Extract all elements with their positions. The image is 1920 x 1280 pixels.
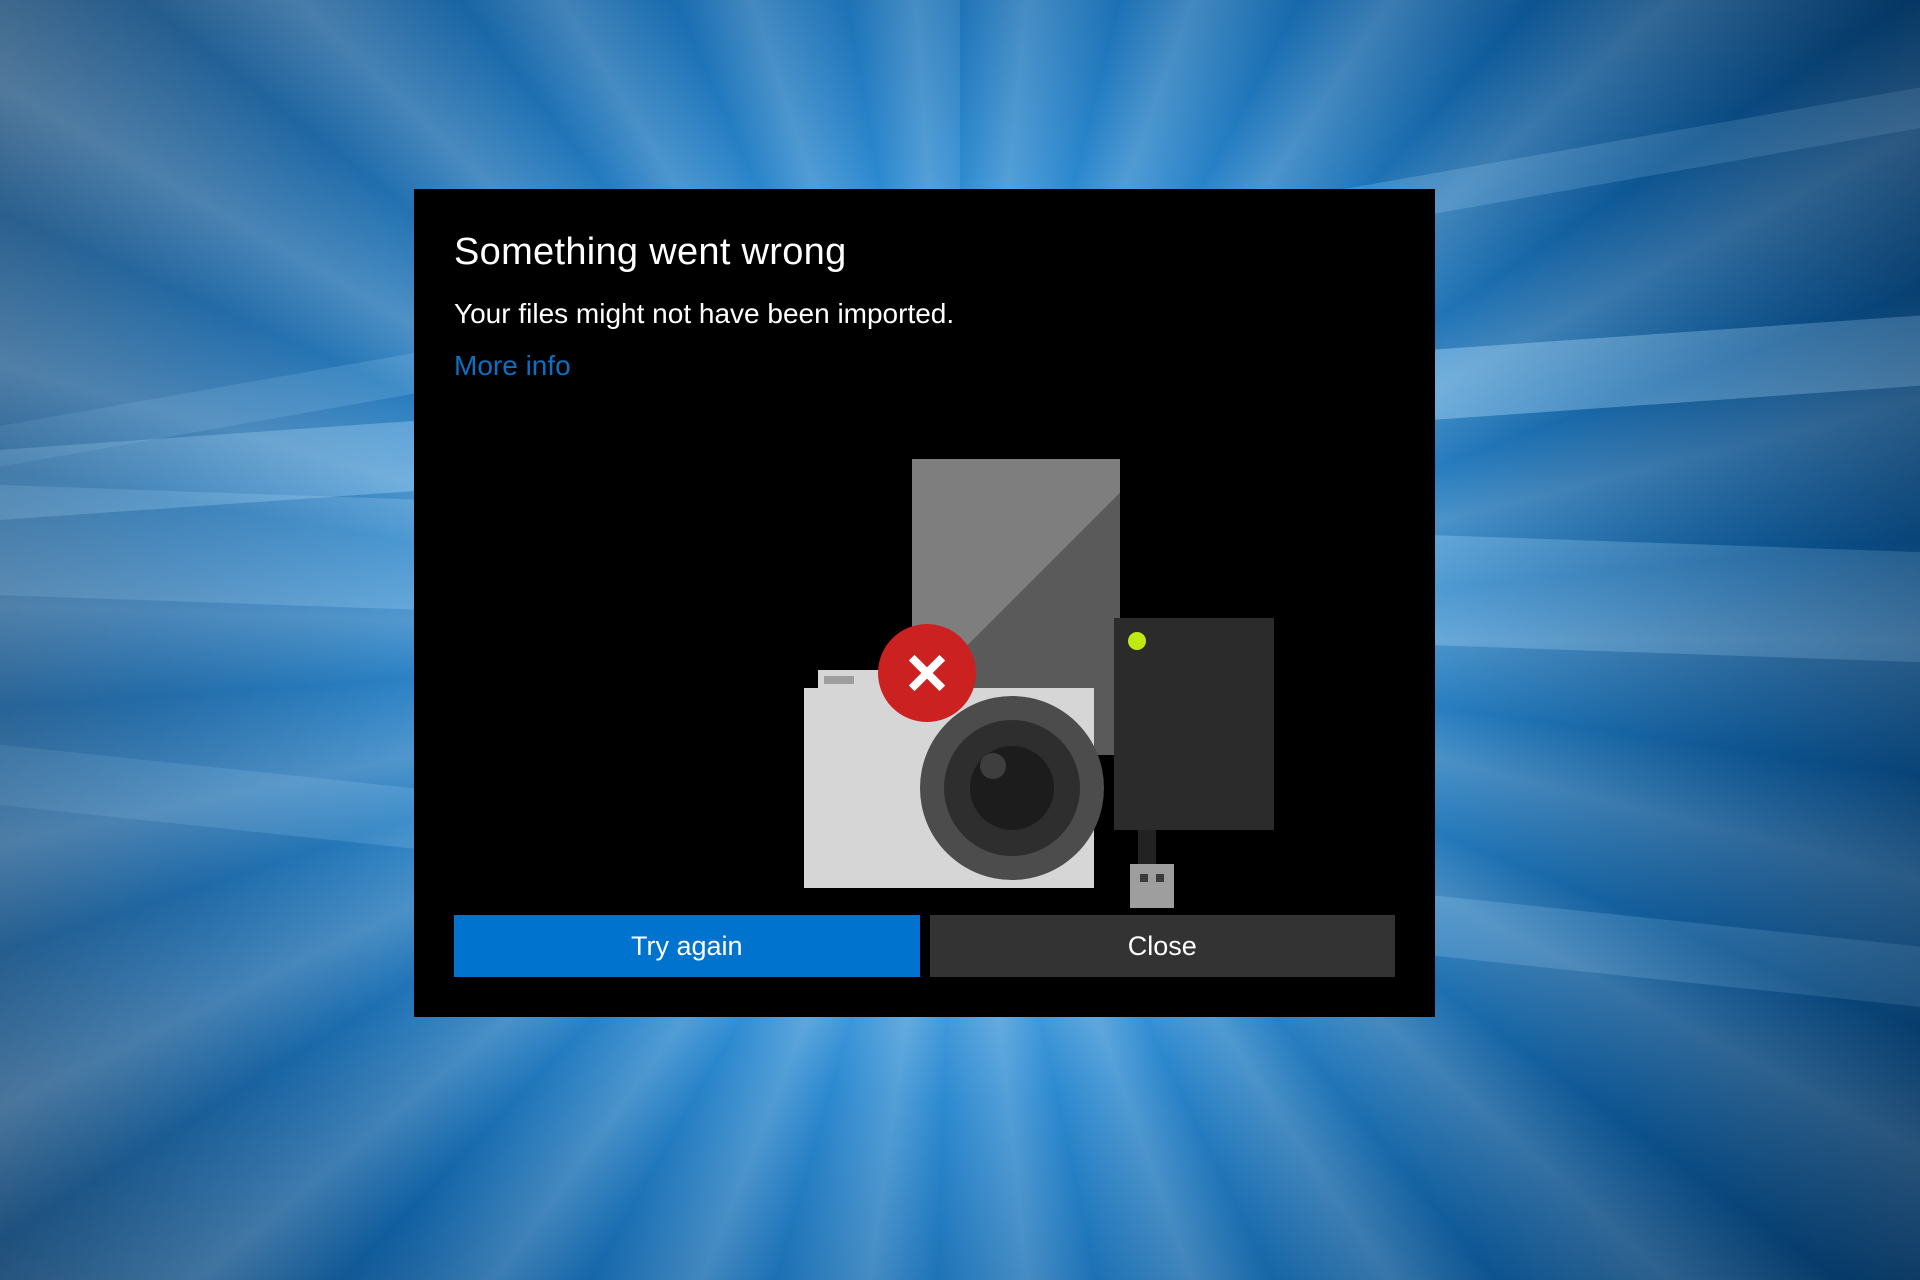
try-again-button[interactable]: Try again <box>454 915 920 977</box>
usb-cable-icon <box>1138 830 1156 864</box>
dialog-message: Your files might not have been imported. <box>454 298 1395 330</box>
close-button[interactable]: Close <box>930 915 1396 977</box>
error-badge-icon <box>878 624 976 722</box>
more-info-link[interactable]: More info <box>454 350 571 382</box>
drive-led-icon <box>1128 632 1146 650</box>
devices-illustration <box>414 459 1435 879</box>
dialog-title: Something went wrong <box>454 231 1395 274</box>
error-dialog: Something went wrong Your files might no… <box>414 189 1435 1017</box>
external-drive-icon <box>1114 618 1274 830</box>
dialog-button-row: Try again Close <box>454 915 1395 977</box>
usb-plug-icon <box>1130 864 1174 908</box>
close-x-icon <box>904 650 950 696</box>
